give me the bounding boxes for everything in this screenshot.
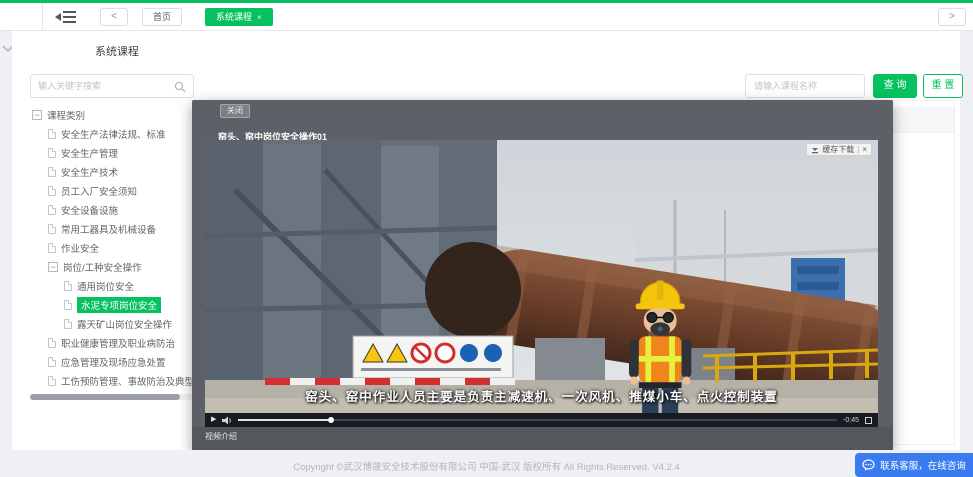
tree-item[interactable]: 员工入厂安全须知 xyxy=(30,181,198,200)
scrollbar-thumb[interactable] xyxy=(30,394,180,400)
file-icon xyxy=(48,338,56,348)
tree-item[interactable]: 露天矿山岗位安全操作 xyxy=(30,314,198,333)
tree-item-label: 安全设备设施 xyxy=(61,203,118,217)
file-icon xyxy=(48,205,56,215)
pill-close-icon[interactable]: × xyxy=(862,144,867,155)
sidebar-toggle-icon[interactable] xyxy=(55,9,77,25)
tree-collapse-icon[interactable]: − xyxy=(48,262,58,272)
tree-item-label: 课程类别 xyxy=(47,108,85,122)
file-icon xyxy=(48,243,56,253)
tree-item-label: 安全生产技术 xyxy=(61,165,118,179)
modal-close-button[interactable]: 关闭 xyxy=(220,104,250,118)
file-icon xyxy=(48,357,56,367)
tree-item-label: 岗位/工种安全操作 xyxy=(63,260,142,274)
pill-divider: | xyxy=(857,144,859,155)
customer-service-label: 联系客服，在线咨询 xyxy=(880,458,966,472)
file-icon xyxy=(48,129,56,139)
video-subtitle: 窑头、窑中作业人员主要是负责主减速机、一次风机、推煤小车、点火控制装置 xyxy=(205,386,878,405)
file-icon xyxy=(64,319,72,329)
fullscreen-icon[interactable] xyxy=(865,417,872,424)
tree-item[interactable]: 常用工器具及机械设备 xyxy=(30,219,198,238)
tree-item[interactable]: 工伤预防管理、事故防治及典型 xyxy=(30,371,198,390)
header-divider xyxy=(42,3,43,30)
tree-item[interactable]: 安全生产法律法规、标准 xyxy=(30,124,198,143)
query-button[interactable]: 查 询 xyxy=(873,74,917,98)
video-frame-illustration xyxy=(205,140,878,427)
course-name-input[interactable] xyxy=(745,74,865,98)
keyword-search-input[interactable] xyxy=(38,76,168,96)
tree-item-label: 水泥专项岗位安全 xyxy=(77,297,161,313)
tree-item[interactable]: 应急管理及现场应急处置 xyxy=(30,352,198,371)
tab-system-course[interactable]: 系统课程 × xyxy=(205,8,273,26)
tree-item-label: 作业安全 xyxy=(61,241,99,255)
customer-service-button[interactable]: 联系客服，在线咨询 xyxy=(855,453,973,477)
file-icon xyxy=(48,376,56,386)
play-button[interactable]: ▶ xyxy=(211,413,216,427)
search-icon xyxy=(174,80,186,92)
tree-item-label: 露天矿山岗位安全操作 xyxy=(77,317,172,331)
tree-item[interactable]: 通用岗位安全 xyxy=(30,276,198,295)
file-icon xyxy=(48,148,56,158)
tab-scroll-left-button[interactable]: < xyxy=(100,8,128,26)
file-icon xyxy=(64,281,72,291)
tree-item[interactable]: 水泥专项岗位安全 xyxy=(30,295,198,314)
tree-item-label: 应急管理及现场应急处置 xyxy=(61,355,166,369)
volume-icon[interactable] xyxy=(222,416,232,425)
file-icon xyxy=(48,186,56,196)
video-modal: 关闭 窑头、窑中岗位安全操作01 xyxy=(192,100,893,452)
cache-download-button[interactable]: 缓存下载 | × xyxy=(806,143,872,156)
tree-item-label: 安全生产法律法规、标准 xyxy=(61,127,166,141)
tab-system-course-label: 系统课程 xyxy=(216,12,252,22)
tree-item-label: 安全生产管理 xyxy=(61,146,118,160)
tree-item[interactable]: 作业安全 xyxy=(30,238,198,257)
tree-item-label: 职业健康管理及职业病防治 xyxy=(61,336,175,350)
tab-home[interactable]: 首页 xyxy=(142,8,182,26)
progress-handle[interactable] xyxy=(328,417,334,423)
tree-item-label: 员工入厂安全须知 xyxy=(61,184,137,198)
tree-item-label: 通用岗位安全 xyxy=(77,279,134,293)
file-icon xyxy=(48,167,56,177)
video-intro-bar: 视频介绍 xyxy=(192,427,893,452)
video-intro-label[interactable]: 视频介绍 xyxy=(205,431,237,442)
download-icon xyxy=(811,146,819,154)
reset-button[interactable]: 重 置 xyxy=(923,74,963,98)
video-player[interactable]: 缓存下载 | × 窑头、窑中作业人员主要是负责主减速机、一次风机、推煤小车、点火… xyxy=(205,140,878,427)
time-remaining: -0:45 xyxy=(843,417,859,424)
app-window: < 首页 系统课程× > 系统课程 −课程类别安全生产法律法规、标准安全生产管理… xyxy=(0,0,973,477)
tree-collapse-icon[interactable]: − xyxy=(32,110,42,120)
tab-scroll-right-button[interactable]: > xyxy=(938,8,966,26)
copyright-text: Copyright ©武汉博晟安全技术股份有限公司 中国-武汉 版权所有 All… xyxy=(0,459,973,473)
tree-item[interactable]: 职业健康管理及职业病防治 xyxy=(30,333,198,352)
progress-played xyxy=(238,419,328,421)
tree-item-label: 工伤预防管理、事故防治及典型 xyxy=(61,374,194,388)
tab-close-icon[interactable]: × xyxy=(257,13,262,22)
progress-bar[interactable] xyxy=(238,419,837,421)
chat-bubble-icon xyxy=(862,459,875,471)
file-icon xyxy=(64,300,72,310)
tree-horizontal-scrollbar[interactable] xyxy=(30,394,198,400)
tree-item-label: 常用工器具及机械设备 xyxy=(61,222,156,236)
tree-item[interactable]: −课程类别 xyxy=(30,105,198,124)
tree-item[interactable]: 安全设备设施 xyxy=(30,200,198,219)
footer: Copyright ©武汉博晟安全技术股份有限公司 中国-武汉 版权所有 All… xyxy=(0,450,973,477)
keyword-search-box xyxy=(30,74,194,98)
top-header: < 首页 系统课程 × > xyxy=(0,3,973,31)
cache-download-label: 缓存下载 xyxy=(822,144,854,155)
tree-item[interactable]: 安全生产管理 xyxy=(30,143,198,162)
tree-item[interactable]: −岗位/工种安全操作 xyxy=(30,257,198,276)
page-title: 系统课程 xyxy=(95,43,139,59)
video-controls: ▶ -0:45 xyxy=(205,413,878,427)
course-tree: −课程类别安全生产法律法规、标准安全生产管理安全生产技术员工入厂安全须知安全设备… xyxy=(30,105,198,393)
tree-item[interactable]: 安全生产技术 xyxy=(30,162,198,181)
file-icon xyxy=(48,224,56,234)
